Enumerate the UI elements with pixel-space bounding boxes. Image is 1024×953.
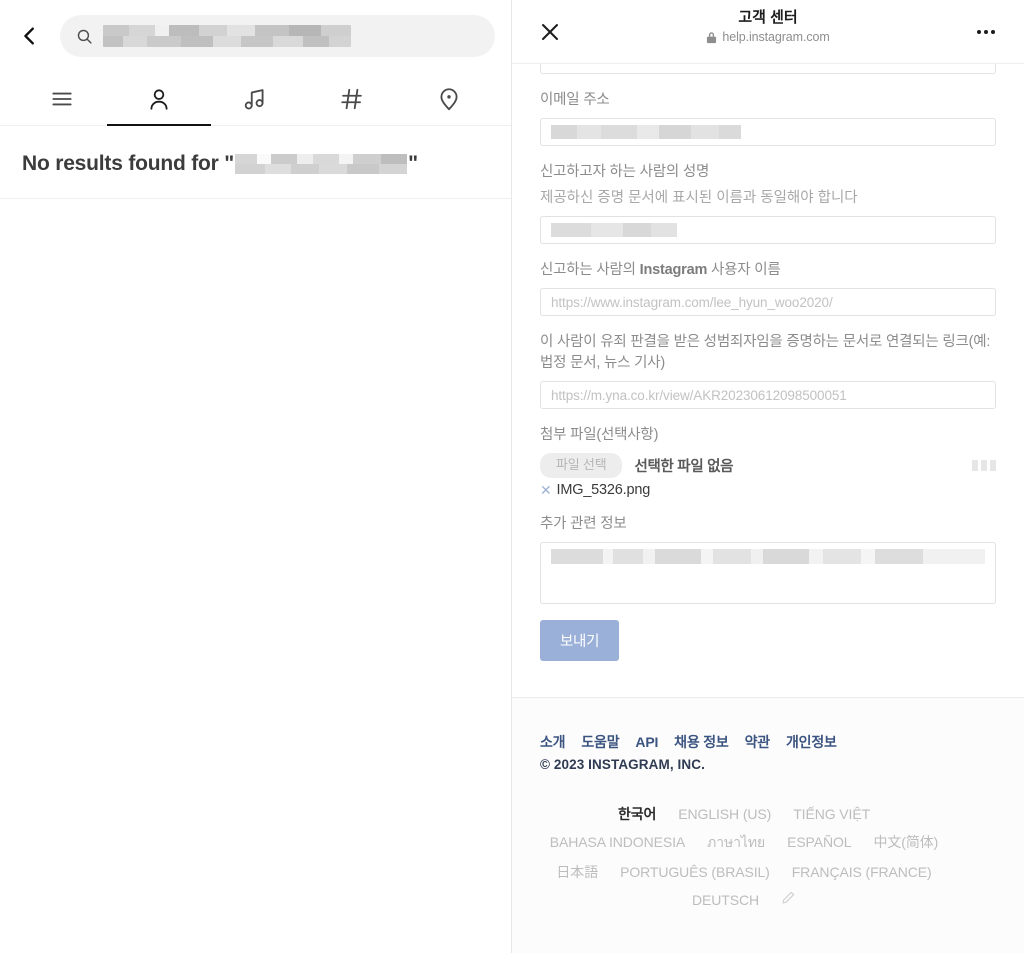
search-icon (76, 28, 93, 45)
search-bar-row (0, 0, 511, 72)
footer-link-privacy[interactable]: 개인정보 (786, 732, 837, 752)
scrolled-off-input[interactable] (540, 64, 996, 74)
location-pin-icon (440, 87, 458, 110)
language-option-english-us[interactable]: ENGLISH (US) (678, 806, 771, 822)
language-option-deutsch[interactable]: DEUTSCH (692, 892, 759, 908)
webview-url-row: help.instagram.com (706, 30, 830, 44)
language-option-korean[interactable]: 한국어 (618, 804, 656, 824)
webview-url: help.instagram.com (722, 30, 830, 44)
empty-state-prefix: No results found for " (22, 152, 235, 175)
username-label: 신고하는 사람의 Instagram 사용자 이름 (540, 260, 996, 281)
help-center-webview: 고객 센터 help.instagram.com 이메일 주소 신고하고자 하는… (512, 0, 1024, 953)
empty-state-suffix: " (408, 152, 418, 175)
more-options-button[interactable] (966, 12, 1006, 52)
extra-info-textarea[interactable] (540, 542, 996, 605)
instagram-search-panel: No results found for " " (0, 0, 512, 953)
hamburger-icon (52, 92, 72, 105)
language-option-vietnamese[interactable]: TIẾNG VIỆT (793, 806, 870, 822)
username-label-pre: 신고하는 사람의 (540, 262, 640, 279)
language-option-portugues-brasil[interactable]: PORTUGUÊS (BRASIL) (620, 864, 770, 880)
sidebar-item-accounts[interactable] (111, 72, 208, 125)
search-tabs (0, 72, 511, 126)
sidebar-item-audio[interactable] (207, 72, 304, 125)
sidebar-item-all[interactable] (14, 72, 111, 125)
proof-link-label: 이 사람이 유죄 판결을 받은 성범죄자임을 증명하는 문서로 연결되는 링크(… (540, 334, 991, 372)
more-horizontal-icon (977, 29, 981, 34)
copyright-text: © 2023 INSTAGRAM, INC. (540, 757, 705, 773)
reported-name-field[interactable] (540, 216, 996, 245)
language-option-japanese[interactable]: 日本語 (556, 862, 598, 882)
report-form: 이메일 주소 신고하고자 하는 사람의 성명 제공하신 증명 문서에 표시된 이… (512, 64, 1024, 662)
language-option-thai[interactable]: ภาษาไทย (707, 832, 765, 854)
username-label-post: 사용자 이름 (707, 262, 781, 279)
footer-link-jobs[interactable]: 채용 정보 (674, 732, 729, 752)
reported-name-label: 신고하고자 하는 사람의 성명 (540, 164, 710, 181)
email-value-redacted (551, 125, 741, 140)
footer-link-terms[interactable]: 약관 (745, 732, 771, 752)
webview-title-block: 고객 센터 help.instagram.com (512, 8, 1024, 44)
remove-x-icon[interactable]: ✕ (540, 483, 552, 497)
reported-name-hint: 제공하신 증명 문서에 표시된 이름과 동일해야 합니다 (540, 190, 858, 207)
pencil-icon (782, 891, 795, 904)
hashtag-icon (341, 88, 362, 109)
proof-link-field[interactable]: https://m.yna.co.kr/view/AKR202306120985… (540, 381, 996, 410)
username-label-brand: Instagram (639, 262, 708, 279)
attached-file-item: ✕ IMG_5326.png (540, 482, 996, 498)
extra-info-value-redacted (551, 549, 985, 565)
music-note-icon (245, 88, 264, 109)
email-label: 이메일 주소 (540, 92, 610, 108)
empty-state-query-redacted (235, 154, 408, 174)
footer-link-api[interactable]: API (635, 734, 658, 750)
submit-button[interactable]: 보내기 (540, 620, 620, 662)
search-input[interactable] (60, 15, 495, 57)
file-status-text: 선택한 파일 없음 (634, 459, 734, 476)
username-field[interactable]: https://www.instagram.com/lee_hyun_woo20… (540, 288, 996, 317)
proof-link-placeholder: https://m.yna.co.kr/view/AKR202306120985… (551, 387, 847, 403)
language-option-bahasa-indonesia[interactable]: BAHASA INDONESIA (550, 834, 685, 850)
language-option-chinese-simplified[interactable]: 中文(简体) (873, 832, 938, 852)
language-option-espanol[interactable]: ESPAÑOL (787, 834, 852, 850)
back-button[interactable] (8, 14, 52, 58)
edit-language-button[interactable] (781, 890, 796, 905)
person-icon (150, 88, 168, 110)
sidebar-item-places[interactable] (400, 72, 497, 125)
app-screen: No results found for " " 고객 센터 help.inst… (0, 0, 1024, 953)
footer-link-help[interactable]: 도움말 (581, 732, 619, 752)
footer-link-about[interactable]: 소개 (540, 732, 566, 752)
extra-info-label: 추가 관련 정보 (540, 516, 627, 532)
reported-name-value-redacted (551, 223, 677, 238)
username-placeholder: https://www.instagram.com/lee_hyun_woo20… (551, 294, 833, 310)
choose-file-button[interactable]: 파일 선택 (540, 453, 623, 478)
webview-header: 고객 센터 help.instagram.com (512, 0, 1024, 64)
search-query-redacted (103, 25, 351, 47)
language-option-francais-france[interactable]: FRANÇAIS (FRANCE) (792, 864, 932, 880)
file-picker-row: 파일 선택 선택한 파일 없음 (540, 453, 996, 478)
attachment-label: 첨부 파일(선택사항) (540, 427, 659, 444)
empty-state-message: No results found for " " (0, 126, 511, 176)
close-button[interactable] (530, 12, 570, 52)
language-selector: 한국어 ENGLISH (US) TIẾNG VIỆT BAHASA INDON… (540, 804, 940, 908)
lock-icon (707, 31, 717, 43)
email-field[interactable] (540, 118, 996, 147)
attached-file-name: IMG_5326.png (556, 482, 651, 498)
page-title: 고객 센터 (738, 9, 798, 26)
close-icon (542, 23, 558, 40)
webview-content: 이메일 주소 신고하고자 하는 사람의 성명 제공하신 증명 문서에 표시된 이… (512, 64, 1024, 953)
sidebar-item-tags[interactable] (304, 72, 401, 125)
footer-links: 소개 도움말 API 채용 정보 약관 개인정보 (540, 732, 996, 752)
file-row-decoration (972, 460, 996, 472)
results-divider (0, 198, 511, 199)
chevron-left-icon (24, 27, 34, 45)
site-footer: 소개 도움말 API 채용 정보 약관 개인정보 © 2023 INSTAGRA… (512, 697, 1024, 953)
